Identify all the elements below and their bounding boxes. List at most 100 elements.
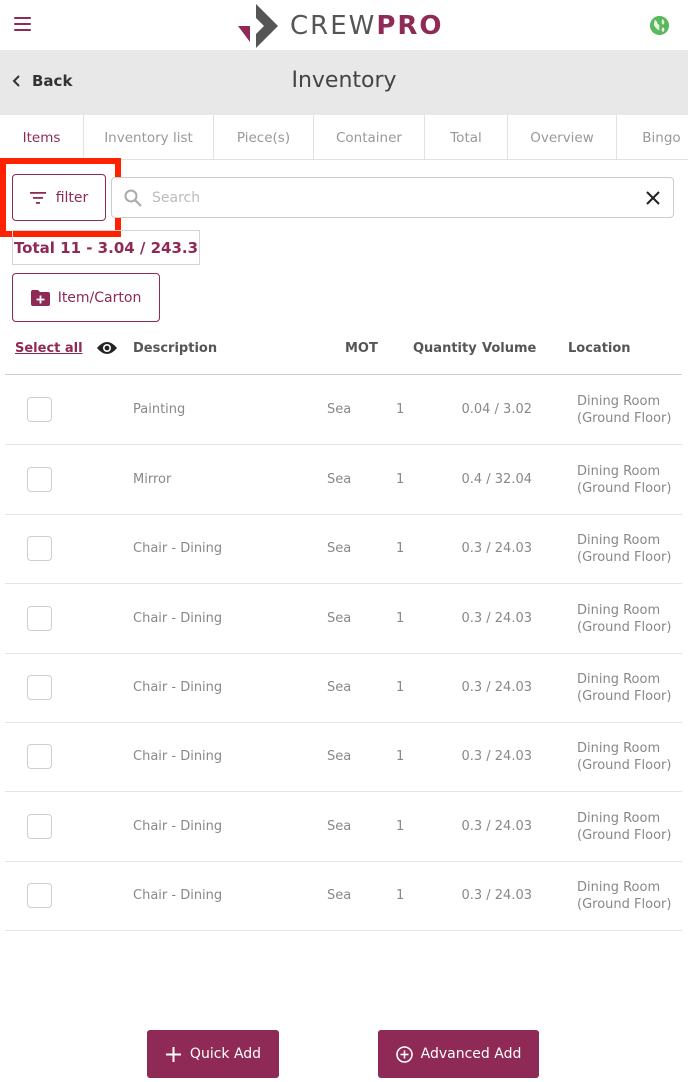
row-description: Chair - Dining bbox=[133, 749, 223, 764]
eye-icon[interactable] bbox=[96, 340, 118, 356]
quick-add-label: Quick Add bbox=[189, 1046, 262, 1062]
row-mot: Sea bbox=[327, 611, 352, 626]
row-checkbox[interactable] bbox=[27, 675, 52, 700]
search-box bbox=[111, 177, 674, 218]
row-checkbox[interactable] bbox=[27, 397, 52, 422]
row-quantity: 1 bbox=[396, 402, 405, 417]
row-location-room: Dining Room bbox=[577, 394, 661, 409]
top-bar: CREWPRO bbox=[0, 0, 688, 50]
filter-button[interactable]: filter bbox=[12, 174, 106, 221]
row-location: Dining Room (Ground Floor) bbox=[577, 463, 677, 497]
page-title: Inventory bbox=[291, 68, 397, 93]
table-row: Chair - Dining Sea 1 0.3 / 24.03 Dining … bbox=[5, 653, 682, 723]
close-icon[interactable] bbox=[645, 190, 661, 206]
table-row: Chair - Dining Sea 1 0.3 / 24.03 Dining … bbox=[5, 514, 682, 584]
table-row: Chair - Dining Sea 1 0.3 / 24.03 Dining … bbox=[5, 584, 682, 654]
row-checkbox[interactable] bbox=[27, 606, 52, 631]
row-description: Chair - Dining bbox=[133, 541, 223, 556]
row-description: Chair - Dining bbox=[133, 888, 223, 903]
tab-container[interactable]: Container bbox=[314, 115, 425, 159]
row-description: Chair - Dining bbox=[133, 611, 223, 626]
quick-add-button[interactable]: Quick Add bbox=[147, 1030, 279, 1078]
search-input[interactable] bbox=[152, 186, 632, 210]
row-volume: 0.04 / 3.02 bbox=[461, 402, 532, 417]
row-location-room: Dining Room bbox=[577, 533, 661, 548]
row-checkbox[interactable] bbox=[27, 814, 52, 839]
filter-label: filter bbox=[55, 189, 89, 206]
row-location-floor: (Ground Floor) bbox=[577, 897, 672, 912]
plus-circle-icon bbox=[395, 1045, 413, 1063]
row-volume: 0.3 / 24.03 bbox=[461, 749, 532, 764]
row-quantity: 1 bbox=[396, 541, 405, 556]
advanced-add-button[interactable]: Advanced Add bbox=[378, 1030, 539, 1078]
total-summary: Total 11 - 3.04 / 243.3 bbox=[12, 230, 200, 265]
row-location: Dining Room (Ground Floor) bbox=[577, 393, 677, 427]
logo-mark-icon bbox=[238, 4, 278, 48]
row-mot: Sea bbox=[327, 680, 352, 695]
select-all-link[interactable]: Select all bbox=[15, 341, 83, 356]
table-row: Mirror Sea 1 0.4 / 32.04 Dining Room (Gro… bbox=[5, 445, 682, 515]
row-checkbox[interactable] bbox=[27, 467, 52, 492]
column-location: Location bbox=[568, 341, 631, 356]
row-location-room: Dining Room bbox=[577, 603, 661, 618]
logo-text-pro: PRO bbox=[376, 11, 444, 41]
row-volume: 0.4 / 32.04 bbox=[461, 472, 532, 487]
tab-items[interactable]: Items bbox=[0, 115, 84, 159]
table-row: Chair - Dining Sea 1 0.3 / 24.03 Dining … bbox=[5, 722, 682, 792]
table-row: Chair - Dining Sea 1 0.3 / 24.03 Dining … bbox=[5, 861, 682, 931]
globe-icon[interactable] bbox=[650, 16, 669, 35]
hamburger-icon[interactable] bbox=[14, 17, 31, 31]
tab-inventory-list[interactable]: Inventory list bbox=[84, 115, 214, 159]
row-location: Dining Room (Ground Floor) bbox=[577, 602, 677, 636]
advanced-add-label: Advanced Add bbox=[420, 1046, 522, 1062]
page-header: Back Inventory bbox=[0, 50, 688, 115]
logo-text-crew: CREW bbox=[290, 11, 377, 41]
row-description: Painting bbox=[133, 402, 186, 417]
column-volume: Volume bbox=[482, 341, 537, 356]
row-mot: Sea bbox=[327, 541, 352, 556]
row-volume: 0.3 / 24.03 bbox=[461, 541, 532, 556]
row-quantity: 1 bbox=[396, 819, 405, 834]
row-volume: 0.3 / 24.03 bbox=[461, 888, 532, 903]
tab-total[interactable]: Total bbox=[425, 115, 508, 159]
filter-icon bbox=[29, 191, 46, 204]
row-location-floor: (Ground Floor) bbox=[577, 689, 672, 704]
tab-overview[interactable]: Overview bbox=[508, 115, 617, 159]
row-location-floor: (Ground Floor) bbox=[577, 481, 672, 496]
add-item-carton-button[interactable]: Item/Carton bbox=[12, 273, 160, 322]
table-row: Chair - Dining Sea 1 0.3 / 24.03 Dining … bbox=[5, 792, 682, 862]
row-location-room: Dining Room bbox=[577, 880, 661, 895]
row-location-room: Dining Room bbox=[577, 464, 661, 479]
tab-pieces[interactable]: Piece(s) bbox=[214, 115, 314, 159]
row-volume: 0.3 / 24.03 bbox=[461, 819, 532, 834]
column-description: Description bbox=[133, 341, 218, 356]
row-mot: Sea bbox=[327, 888, 352, 903]
row-checkbox[interactable] bbox=[27, 536, 52, 561]
row-quantity: 1 bbox=[396, 680, 405, 695]
row-description: Mirror bbox=[133, 472, 172, 487]
search-icon bbox=[124, 189, 142, 207]
row-volume: 0.3 / 24.03 bbox=[461, 611, 532, 626]
row-location-room: Dining Room bbox=[577, 672, 661, 687]
column-quantity: Quantity bbox=[413, 341, 477, 356]
row-quantity: 1 bbox=[396, 472, 405, 487]
row-location-room: Dining Room bbox=[577, 741, 661, 756]
row-location: Dining Room (Ground Floor) bbox=[577, 810, 677, 844]
row-description: Chair - Dining bbox=[133, 819, 223, 834]
row-checkbox[interactable] bbox=[27, 883, 52, 908]
row-location-room: Dining Room bbox=[577, 811, 661, 826]
row-mot: Sea bbox=[327, 472, 352, 487]
crewpro-logo: CREWPRO bbox=[236, 4, 444, 48]
row-location-floor: (Ground Floor) bbox=[577, 758, 672, 773]
tab-bar: Items Inventory list Piece(s) Container … bbox=[0, 115, 688, 160]
add-item-carton-label: Item/Carton bbox=[57, 289, 142, 306]
row-mot: Sea bbox=[327, 749, 352, 764]
row-description: Chair - Dining bbox=[133, 680, 223, 695]
row-location-floor: (Ground Floor) bbox=[577, 411, 672, 426]
row-checkbox[interactable] bbox=[27, 744, 52, 769]
tab-bingo[interactable]: Bingo bbox=[617, 115, 688, 159]
row-mot: Sea bbox=[327, 402, 352, 417]
plus-icon bbox=[165, 1046, 181, 1062]
row-location: Dining Room (Ground Floor) bbox=[577, 532, 677, 566]
row-quantity: 1 bbox=[396, 749, 405, 764]
